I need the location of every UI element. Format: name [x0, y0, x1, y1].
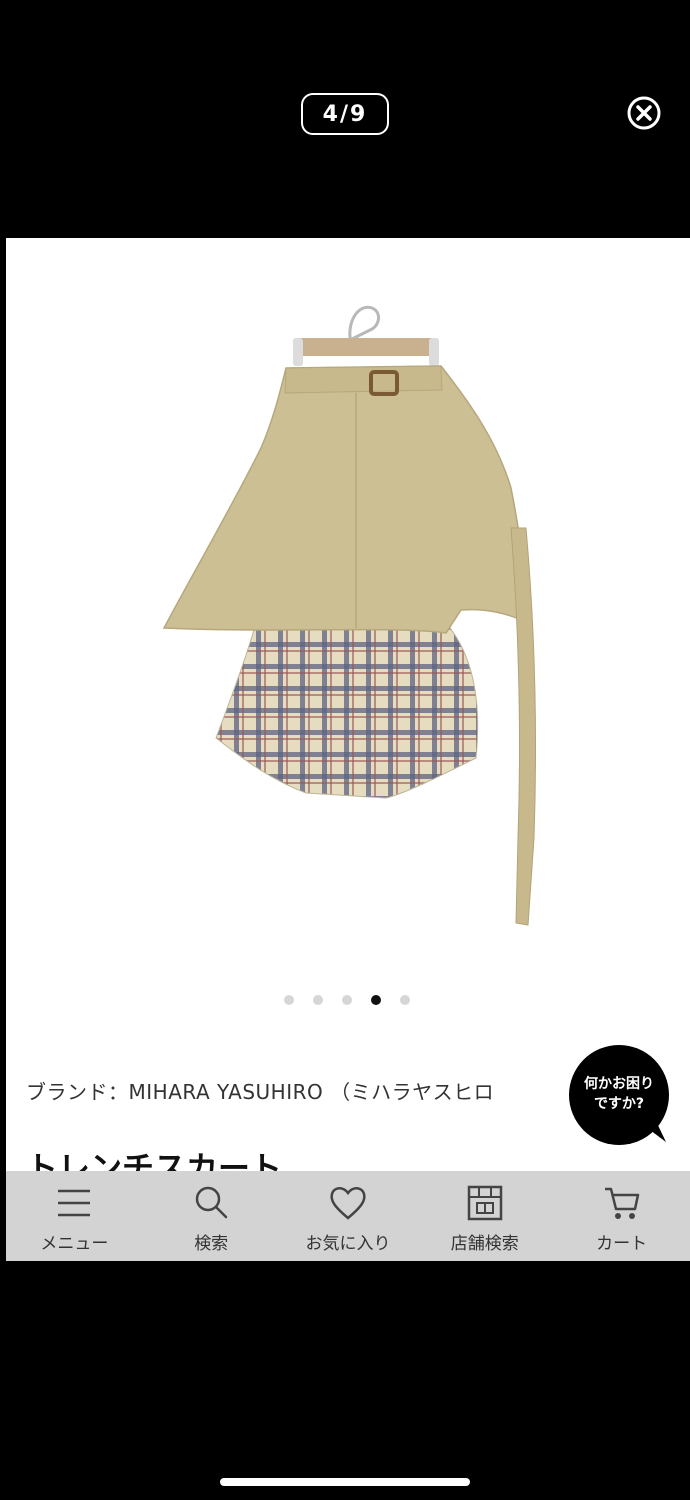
- carousel-dot[interactable]: [342, 995, 352, 1005]
- help-text: 何かお困り ですか?: [566, 1074, 672, 1114]
- tab-search[interactable]: 検索: [143, 1171, 280, 1261]
- tab-store-search[interactable]: 店舗検索: [416, 1171, 553, 1261]
- carousel-dot[interactable]: [284, 995, 294, 1005]
- tab-label: 検索: [194, 1234, 229, 1254]
- search-icon: [195, 1186, 228, 1219]
- tab-label: メニュー: [40, 1234, 109, 1254]
- tab-label: 店舗検索: [450, 1234, 519, 1254]
- carousel-dot[interactable]: [400, 995, 410, 1005]
- cart-icon: [604, 1187, 639, 1219]
- home-indicator[interactable]: [220, 1478, 470, 1486]
- carousel-dot[interactable]: [313, 995, 323, 1005]
- brand-line[interactable]: ブランド：MIHARA YASUHIRO （ミハラヤスヒロ: [26, 1076, 494, 1105]
- help-chat-button[interactable]: 何かお困り ですか?: [566, 1042, 686, 1162]
- tab-menu[interactable]: メニュー: [6, 1171, 143, 1261]
- tab-label: お気に入り: [305, 1234, 391, 1254]
- help-text-line1: 何かお困り: [584, 1076, 654, 1092]
- heart-icon: [330, 1187, 366, 1220]
- tab-cart[interactable]: カート: [553, 1171, 690, 1261]
- carousel-dot-active[interactable]: [371, 995, 381, 1005]
- carousel-dots: [284, 995, 410, 1005]
- tab-favorites[interactable]: お気に入り: [280, 1171, 417, 1261]
- store-icon: [467, 1185, 503, 1221]
- product-sheet: ブランド：MIHARA YASUHIRO （ミハラヤスヒロ トレンチスカート 何…: [6, 238, 690, 1261]
- help-text-line2: ですか?: [593, 1096, 645, 1112]
- tab-label: カート: [596, 1234, 648, 1254]
- close-icon[interactable]: [627, 96, 661, 130]
- menu-icon: [58, 1189, 91, 1217]
- bottom-tab-bar: メニュー 検索 お気に入り 店舗検索 カート: [6, 1171, 690, 1261]
- image-counter: 4/9: [301, 93, 389, 135]
- product-image[interactable]: [6, 238, 690, 978]
